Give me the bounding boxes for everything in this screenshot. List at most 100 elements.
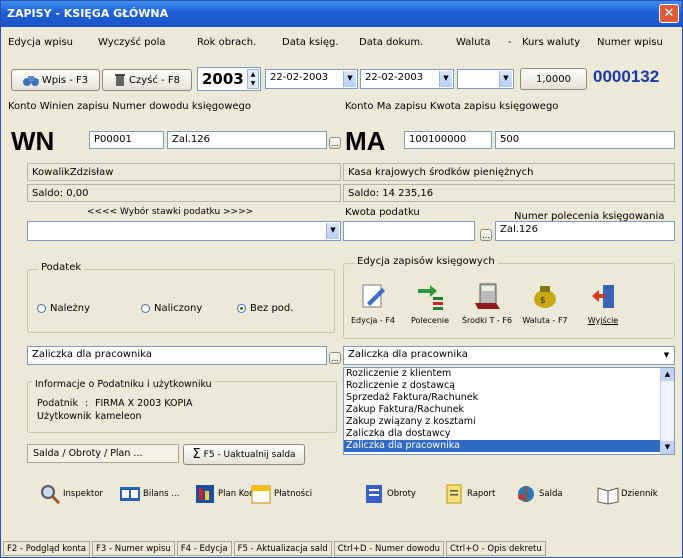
close-button[interactable]: ✕	[659, 4, 679, 23]
podatek-group: Podatek	[27, 262, 335, 333]
uzytkownik-label: Użytkownik	[37, 411, 92, 422]
radio-bez-pod-label: Bez pod.	[250, 303, 294, 314]
srodki-tool-label: Środki T - F6	[461, 316, 513, 325]
arrows-list-icon	[418, 285, 443, 310]
dropdown-scrollbar[interactable]: ▲ ▼	[660, 368, 674, 454]
dropdown-option-selected[interactable]: Zaliczka dla pracownika	[344, 440, 674, 452]
opis-dropdown-list[interactable]: Rozliczenie z klientem Rozliczenie z dos…	[343, 367, 675, 455]
salda-label: Salda	[539, 489, 563, 499]
chevron-down-icon: ▼	[660, 348, 673, 363]
podatnik-label: Podatnik	[37, 398, 78, 409]
dropdown-option[interactable]: Zakup związany z kosztami	[344, 416, 674, 428]
label-konto-ma: Konto Ma zapisu Kwota zapisu księgowego	[345, 101, 559, 112]
dropdown-option[interactable]: Zakup Faktura/Rachunek	[344, 404, 674, 416]
opis-right-select[interactable]: Zaliczka dla pracownika ▼	[343, 346, 675, 365]
raport-label: Raport	[467, 489, 496, 499]
kurs-button[interactable]: 1,0000	[520, 68, 587, 90]
dziennik-button[interactable]: Dziennik	[597, 483, 658, 505]
status-cell: F5 - Aktualizacja sald	[233, 541, 332, 556]
kwota-podatku-input[interactable]	[343, 221, 475, 241]
opis-right-value: Zaliczka dla pracownika	[348, 349, 468, 360]
status-cell: F4 - Edycja	[176, 541, 232, 556]
data-ksieg-select[interactable]: 22-02-2003 ▼	[265, 69, 358, 89]
radio-naliczony[interactable]: Naliczony	[141, 303, 202, 314]
sigma-icon: Σ	[192, 447, 201, 462]
opis-browse-button[interactable]: ...	[329, 352, 341, 364]
balance-scale-icon	[518, 486, 534, 502]
label-waluta: Waluta	[456, 37, 491, 48]
uzytkownik-value: kameleon	[95, 411, 142, 422]
wn-konto-input[interactable]: P00001	[89, 131, 164, 149]
ma-konto-input[interactable]: 100100000	[404, 131, 492, 149]
edycja-title: Edycja zapisów księgowych	[354, 256, 498, 267]
radio-bez-pod[interactable]: Bez pod.	[237, 303, 293, 314]
radio-circle-icon	[141, 303, 150, 313]
dropdown-option[interactable]: Rozliczenie z klientem	[344, 368, 674, 380]
ma-kwota-input[interactable]: 500	[495, 131, 675, 149]
czysc-label: Czyść - F8	[129, 74, 180, 86]
year-spinner[interactable]: 2003 ▲ ▼	[197, 67, 261, 91]
info-title: Informacje o Podatniku i użytkowniku	[32, 379, 215, 390]
label-dash: -	[508, 37, 512, 48]
label-data-dokum: Data dokum.	[359, 37, 424, 48]
dropdown-option[interactable]: Rozliczenie z dostawcą	[344, 380, 674, 392]
uaktualnij-button[interactable]: Σ F5 - Uaktualnij salda	[183, 444, 305, 465]
inspektor-label: Inspektor	[63, 489, 103, 499]
wn-browse-button[interactable]: ...	[329, 137, 341, 149]
dropdown-option[interactable]: Sprzedaż Faktura/Rachunek	[344, 392, 674, 404]
colon-sep: :	[85, 411, 89, 422]
data-dokum-select[interactable]: 22-02-2003 ▼	[360, 69, 454, 89]
opis-left-input[interactable]: Zaliczka dla pracownika	[27, 346, 327, 365]
radio-nalezny-label: Należny	[50, 303, 91, 314]
ma-label: MA	[345, 126, 386, 156]
salda-button[interactable]: Salda	[515, 483, 563, 505]
raport-button[interactable]: Raport	[443, 483, 495, 505]
platnosci-label: Płatności	[274, 489, 313, 499]
chart-of-accounts-icon	[196, 485, 214, 503]
ma-saldo: Saldo: 14 235,16	[343, 184, 675, 202]
stawka-select[interactable]: ▼	[27, 221, 341, 241]
turnover-icon	[366, 485, 382, 503]
label-kwota-podatku: Kwota podatku	[345, 207, 420, 218]
waluta-tool[interactable]: $ Waluta - F7	[517, 281, 573, 325]
money-bag-icon: $	[534, 286, 556, 308]
data-ksieg-value: 22-02-2003	[270, 72, 329, 83]
platnosci-button[interactable]: Płatności	[250, 483, 312, 505]
polecenie-input[interactable]: Zal.126	[495, 221, 675, 241]
pencil-document-icon	[362, 284, 385, 308]
czysc-button[interactable]: Czyść - F8	[102, 69, 192, 91]
wyjscie-tool[interactable]: Wyjście	[575, 281, 631, 325]
polecenie-tool[interactable]: Polecenie	[403, 281, 457, 325]
waluta-select[interactable]: ▼	[457, 69, 514, 89]
radio-nalezny[interactable]: Należny	[37, 303, 90, 314]
edycja-tool[interactable]: Edycja - F4	[345, 281, 401, 325]
scroll-up-icon[interactable]: ▲	[661, 368, 674, 381]
srodki-tool[interactable]: Środki T - F6	[459, 281, 515, 325]
edycja-tool-label: Edycja - F4	[350, 316, 396, 325]
kwota-browse-button[interactable]: ...	[480, 229, 492, 241]
wpis-button[interactable]: Wpis - F3	[11, 69, 100, 91]
plan-kont-button[interactable]: Plan Kont	[194, 483, 258, 505]
chevron-down-icon: ▼	[499, 71, 512, 87]
radio-circle-icon	[37, 303, 46, 313]
window-title: ZAPISY - KSIĘGA GŁÓWNA	[7, 7, 169, 20]
dropdown-option[interactable]: Zaliczka dla dostawcy	[344, 428, 674, 440]
obroty-button[interactable]: Obroty	[363, 483, 416, 505]
status-cell: F2 - Podgląd konta	[3, 541, 90, 556]
journal-book-icon	[597, 487, 619, 505]
label-wyczysc-pola: Wyczyść pola	[98, 37, 166, 48]
label-numer-wpisu: Numer wpisu	[597, 37, 663, 48]
label-rok-obrach: Rok obrach.	[197, 37, 257, 48]
trash-icon	[115, 74, 126, 86]
inspektor-button[interactable]: Inspektor	[39, 483, 103, 505]
label-wybor-stawki: <<<< Wybór stawki podatku >>>>	[87, 207, 254, 217]
wn-dowod-input[interactable]: Zal.126	[167, 131, 327, 149]
saldo-tab[interactable]: Salda / Obroty / Plan ...	[27, 444, 179, 463]
spinner-arrows-icon[interactable]: ▲ ▼	[247, 69, 259, 89]
status-cell: Ctrl+D - Numer dowodu	[333, 541, 444, 556]
label-konto-winien: Konto Winien zapisu Numer dowodu księgow…	[8, 101, 252, 112]
radio-selected-icon	[237, 303, 246, 313]
scroll-down-icon[interactable]: ▼	[661, 441, 674, 454]
bilans-button[interactable]: Bilans ...	[119, 483, 179, 505]
podatnik-value: FIRMA X 2003 KOPIA	[95, 398, 193, 409]
